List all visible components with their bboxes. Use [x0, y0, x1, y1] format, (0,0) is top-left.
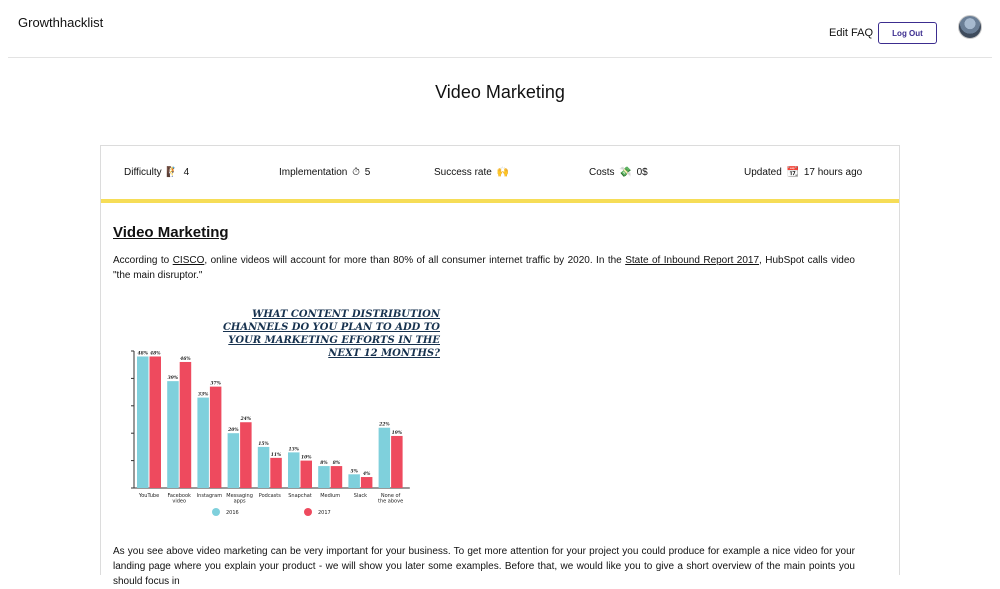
difficulty-value: 4: [183, 167, 190, 178]
x-tick-label: Slack: [354, 493, 367, 499]
avatar[interactable]: [958, 15, 982, 39]
bar-data-label: 48%: [150, 350, 161, 356]
page-title: Video Marketing: [435, 82, 565, 102]
stat-updated: Updated 📆 17 hours ago: [744, 167, 862, 178]
top-navbar: Growthhacklist Edit FAQ Log Out: [0, 0, 1000, 57]
chart-bar: [179, 361, 192, 488]
chart-bar: [348, 474, 360, 488]
bar-data-label: 8%: [333, 460, 341, 466]
intro-text-middle: , online videos will account for more th…: [204, 255, 626, 266]
inbound-report-link[interactable]: State of Inbound Report 2017: [625, 255, 759, 266]
success-label: Success rate: [434, 167, 492, 178]
chart-bar: [227, 433, 240, 488]
chart-bar: [209, 386, 222, 488]
nav-edit-link[interactable]: Edit: [829, 27, 848, 39]
bar-data-label: 48%: [137, 350, 148, 356]
chart-bar: [378, 427, 391, 488]
chart-bar: [167, 381, 179, 488]
x-tick-label: the above: [378, 499, 403, 505]
bar-data-label: 11%: [271, 452, 282, 458]
nav-faq-link[interactable]: FAQ: [851, 27, 873, 39]
legend-marker: [212, 508, 220, 516]
chart-bar: [197, 397, 209, 488]
climber-icon: 🧗: [166, 167, 179, 178]
bar-data-label: 46%: [180, 356, 191, 362]
chart-bar: [391, 435, 403, 488]
legend-label: 2017: [318, 510, 331, 516]
bar-data-label: 19%: [392, 430, 403, 436]
header-divider: [8, 57, 992, 58]
legend-label: 2016: [226, 510, 239, 516]
chart-bar: [300, 460, 312, 488]
accent-divider: [101, 199, 899, 203]
bar-data-label: 33%: [198, 392, 209, 398]
calendar-icon: 📆: [786, 167, 800, 178]
chart-bar: [330, 466, 343, 488]
x-tick-label: YouTube: [138, 493, 159, 499]
bar-data-label: 13%: [288, 446, 299, 452]
stat-difficulty: Difficulty 🧗 4: [124, 167, 189, 178]
stats-bar: Difficulty 🧗 4 Implementation ⏱ 5 Succes…: [101, 146, 899, 201]
chart-bar: [137, 356, 149, 488]
intro-text-start: According to: [113, 255, 173, 266]
bar-data-label: 15%: [258, 441, 269, 447]
implementation-value: 5: [364, 167, 371, 178]
chart-bar: [149, 356, 161, 488]
updated-value: 17 hours ago: [803, 167, 863, 178]
chart-bar: [240, 422, 252, 488]
bar-data-label: 4%: [363, 471, 371, 477]
bar-data-label: 10%: [301, 455, 312, 461]
raised-hands-icon: 🙌: [496, 167, 510, 178]
x-tick-label: Instagram: [197, 493, 223, 499]
x-tick-label: video: [172, 499, 186, 505]
bar-data-label: 37%: [210, 381, 221, 387]
chart-bar: [318, 466, 330, 488]
cisco-link[interactable]: CISCO: [173, 255, 205, 266]
brand-logo[interactable]: Growthhacklist: [18, 15, 103, 30]
chart-svg: 48% 48%YouTube39%46%Facebookvideo33%37%In…: [131, 350, 410, 516]
x-tick-label: Snapchat: [288, 493, 312, 499]
implementation-label: Implementation: [279, 167, 348, 178]
legend-marker: [304, 508, 312, 516]
difficulty-label: Difficulty: [124, 167, 162, 178]
x-tick-label: Medium: [320, 493, 340, 499]
chart-bar: [257, 446, 270, 488]
costs-label: Costs: [589, 167, 615, 178]
x-tick-label: apps: [234, 499, 246, 505]
distribution-channels-chart: WHAT CONTENT DISTRIBUTION CHANNELS DO YO…: [128, 305, 448, 525]
chart-bar: [288, 452, 300, 488]
bar-data-label: 24%: [240, 416, 252, 422]
bar-data-label: 8%: [320, 460, 328, 466]
bar-data-label: 5%: [350, 468, 358, 474]
chart-bar: [360, 477, 373, 488]
stat-implementation: Implementation ⏱ 5: [279, 167, 370, 178]
stat-success-rate: Success rate 🙌: [434, 167, 511, 178]
intro-paragraph: According to CISCO, online videos will a…: [113, 253, 855, 283]
article-heading: Video Marketing: [113, 224, 229, 241]
chart-bar: [270, 457, 282, 488]
updated-label: Updated: [744, 167, 782, 178]
money-wings-icon: 💸: [619, 167, 632, 178]
bar-data-label: 20%: [227, 427, 239, 433]
stat-costs: Costs 💸 0$: [589, 167, 648, 178]
x-tick-label: Podcasts: [259, 493, 281, 499]
logout-button[interactable]: Log Out: [878, 22, 937, 44]
costs-value: 0$: [636, 167, 648, 178]
bar-data-label: 22%: [378, 422, 390, 428]
stopwatch-icon: ⏱: [352, 167, 360, 178]
bar-data-label: 39%: [168, 375, 179, 381]
